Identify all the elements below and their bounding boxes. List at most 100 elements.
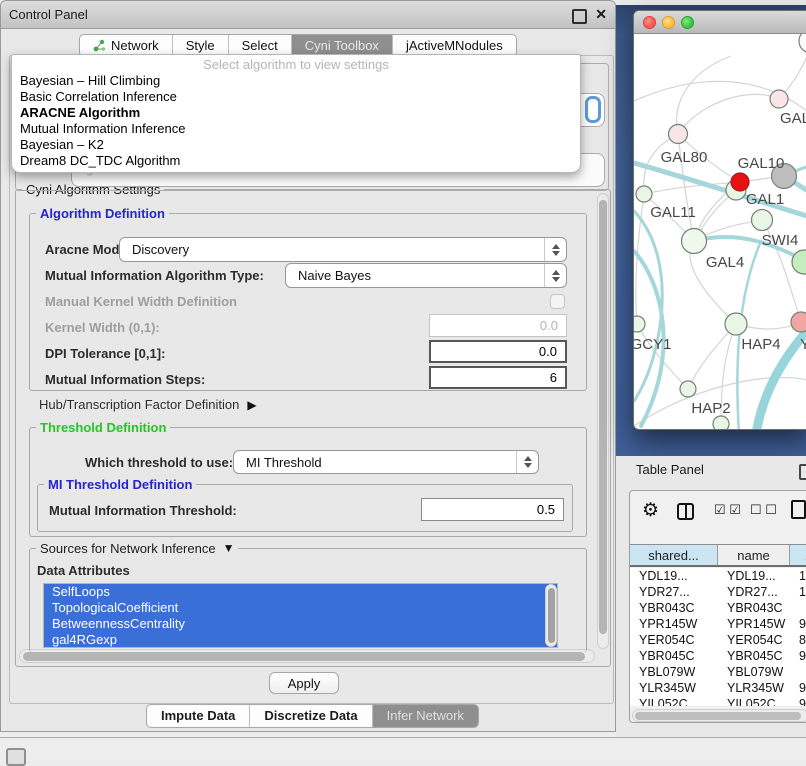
table-body: YDL19... YDL19... 13 YDR27... YDR27... 1…: [630, 568, 806, 706]
column-header-cut[interactable]: A: [790, 545, 806, 565]
table-row[interactable]: YLR345W YLR345W 9.: [630, 680, 806, 696]
node-label: Y: [800, 336, 806, 353]
tab-impute-data[interactable]: Impute Data: [147, 705, 250, 727]
dropdown-item[interactable]: Bayesian – Hill Climbing: [12, 73, 580, 89]
table-header-row: shared... name A: [630, 544, 806, 567]
attribute-item-selected[interactable]: gal4RGexp: [44, 632, 557, 648]
network-node-hap4[interactable]: [725, 313, 747, 335]
aracne-mode-combobox[interactable]: Discovery: [119, 237, 567, 262]
settings-vertical-scrollbar[interactable]: [597, 193, 609, 649]
table-row[interactable]: YBR043C YBR043C: [630, 600, 806, 616]
network-window-titlebar[interactable]: [634, 11, 806, 34]
mi-type-combobox[interactable]: Naive Bayes: [285, 263, 567, 288]
deselect-all-checkboxes-icon[interactable]: ☐ ☐: [750, 502, 777, 518]
network-node[interactable]: [770, 90, 788, 108]
dropdown-item[interactable]: Mutual Information Inference: [12, 121, 580, 137]
table-row[interactable]: YBR045C YBR045C 9.: [630, 648, 806, 664]
expanded-arrow-icon: ▼: [223, 541, 235, 556]
data-attributes-label: Data Attributes: [37, 563, 130, 578]
tab-style[interactable]: Style: [173, 35, 229, 56]
tab-select[interactable]: Select: [229, 35, 292, 56]
attribute-item-selected[interactable]: TopologicalCoefficient: [44, 600, 557, 616]
table-panel-title: Table Panel: [636, 462, 704, 477]
mi-type-label: Mutual Information Algorithm Type:: [45, 268, 264, 283]
kernel-width-field[interactable]: 0.0: [429, 314, 567, 337]
table-hscroll-thumb[interactable]: [635, 712, 801, 720]
network-node-gal1[interactable]: [752, 210, 773, 231]
network-canvas[interactable]: GAL GAL80 GAL10 GAL1 GAL11 SWI4 GAL4 GCY…: [634, 34, 806, 430]
dpi-tolerance-field[interactable]: 0.0: [429, 340, 567, 363]
select-all-checkboxes-icon[interactable]: ☑ ☑: [714, 502, 741, 518]
table-horizontal-scrollbar[interactable]: [632, 709, 806, 722]
sources-group-title[interactable]: Sources for Network Inference ▼: [36, 541, 238, 556]
network-node-salmon[interactable]: [791, 312, 806, 332]
which-threshold-label: Which threshold to use:: [85, 455, 233, 470]
tab-infer-network[interactable]: Infer Network: [373, 705, 478, 727]
tab-jactivemnodules[interactable]: jActiveMNodules: [393, 35, 516, 56]
node-label: GAL10: [738, 155, 785, 172]
mi-threshold-label: Mutual Information Threshold:: [49, 503, 237, 518]
control-panel-title: Control Panel: [9, 1, 88, 29]
attribute-item-selected[interactable]: SelfLoops: [44, 584, 557, 600]
algorithm-combobox-focus-stepper[interactable]: [585, 96, 601, 123]
algorithm-dropdown-list: Select algorithm to view settings Bayesi…: [11, 54, 581, 173]
network-node-hap2[interactable]: [680, 381, 696, 397]
apply-button[interactable]: Apply: [269, 672, 339, 694]
tab-cyni-toolbox[interactable]: Cyni Toolbox: [292, 35, 393, 56]
collapsed-arrow-icon: ▶: [247, 398, 256, 412]
gear-icon[interactable]: ⚙: [642, 499, 659, 522]
attributes-scroll-thumb[interactable]: [548, 588, 555, 643]
dropdown-item[interactable]: Bayesian – K2: [12, 137, 580, 153]
manual-kernel-label: Manual Kernel Width Definition: [45, 294, 237, 309]
network-node-red-selected[interactable]: [731, 173, 749, 191]
document-icon[interactable]: [791, 500, 806, 519]
network-node[interactable]: [799, 34, 806, 53]
column-header-shared-name[interactable]: shared...: [630, 545, 718, 565]
table-panel-region: Table Panel ⚙ ☑ ☑ ☐ ☐ shared... name A Y…: [616, 456, 806, 737]
zoom-traffic-light[interactable]: [681, 16, 694, 29]
attributes-list-scrollbar[interactable]: [545, 584, 557, 647]
settings-hscroll-thumb[interactable]: [23, 652, 585, 661]
split-columns-icon[interactable]: [677, 503, 694, 520]
float-window-icon[interactable]: [572, 9, 587, 24]
mi-steps-field[interactable]: 6: [429, 366, 567, 389]
dropdown-item[interactable]: Dream8 DC_TDC Algorithm: [12, 153, 580, 169]
manual-kernel-checkbox[interactable]: [550, 294, 565, 309]
tab-discretize-data[interactable]: Discretize Data: [250, 705, 372, 727]
network-node-gal4[interactable]: [682, 229, 707, 254]
column-header-name[interactable]: name: [718, 545, 790, 565]
minimize-traffic-light[interactable]: [662, 16, 675, 29]
hub-definition-toggle[interactable]: Hub/Transcription Factor Definition ▶: [39, 397, 257, 412]
table-row[interactable]: YER054C YER054C 8.: [630, 632, 806, 648]
mi-type-value: Naive Bayes: [286, 268, 544, 283]
node-label: GAL80: [661, 149, 708, 166]
tab-network[interactable]: Network: [80, 35, 173, 56]
which-threshold-combobox[interactable]: MI Threshold: [233, 450, 539, 474]
table-panel-float-icon[interactable]: [799, 464, 806, 480]
table-row[interactable]: YIL052C YIL052C 9: [630, 696, 806, 706]
bottom-left-partial-icon[interactable]: [6, 748, 26, 766]
data-attributes-list[interactable]: SelfLoops TopologicalCoefficient Between…: [43, 583, 558, 648]
network-node[interactable]: [713, 416, 729, 430]
mi-threshold-field[interactable]: 0.5: [421, 498, 564, 521]
mi-threshold-group-title: MI Threshold Definition: [44, 477, 196, 492]
close-icon[interactable]: ✕: [595, 6, 607, 23]
table-row[interactable]: YDL19... YDL19... 13: [630, 568, 806, 584]
dropdown-item[interactable]: Basic Correlation Inference: [12, 89, 580, 105]
network-view-window[interactable]: GAL GAL80 GAL10 GAL1 GAL11 SWI4 GAL4 GCY…: [633, 10, 806, 430]
table-row[interactable]: YPR145W YPR145W 9.: [630, 616, 806, 632]
network-node-gcy1[interactable]: [634, 316, 645, 332]
network-node-gal80[interactable]: [669, 125, 688, 144]
which-threshold-value: MI Threshold: [234, 455, 516, 470]
dpi-tolerance-label: DPI Tolerance [0,1]:: [45, 346, 165, 361]
attribute-item-selected[interactable]: BetweennessCentrality: [44, 616, 557, 632]
settings-vscroll-thumb[interactable]: [599, 200, 607, 634]
bottom-panel-strip: [0, 737, 806, 762]
close-traffic-light[interactable]: [643, 16, 656, 29]
network-node-gal11[interactable]: [636, 186, 652, 202]
control-panel-titlebar[interactable]: Control Panel ✕: [1, 1, 615, 29]
table-row[interactable]: YBL079W YBL079W: [630, 664, 806, 680]
table-row[interactable]: YDR27... YDR27... 12: [630, 584, 806, 600]
node-label: GAL4: [706, 254, 744, 271]
dropdown-item-selected[interactable]: ARACNE Algorithm: [12, 105, 580, 121]
